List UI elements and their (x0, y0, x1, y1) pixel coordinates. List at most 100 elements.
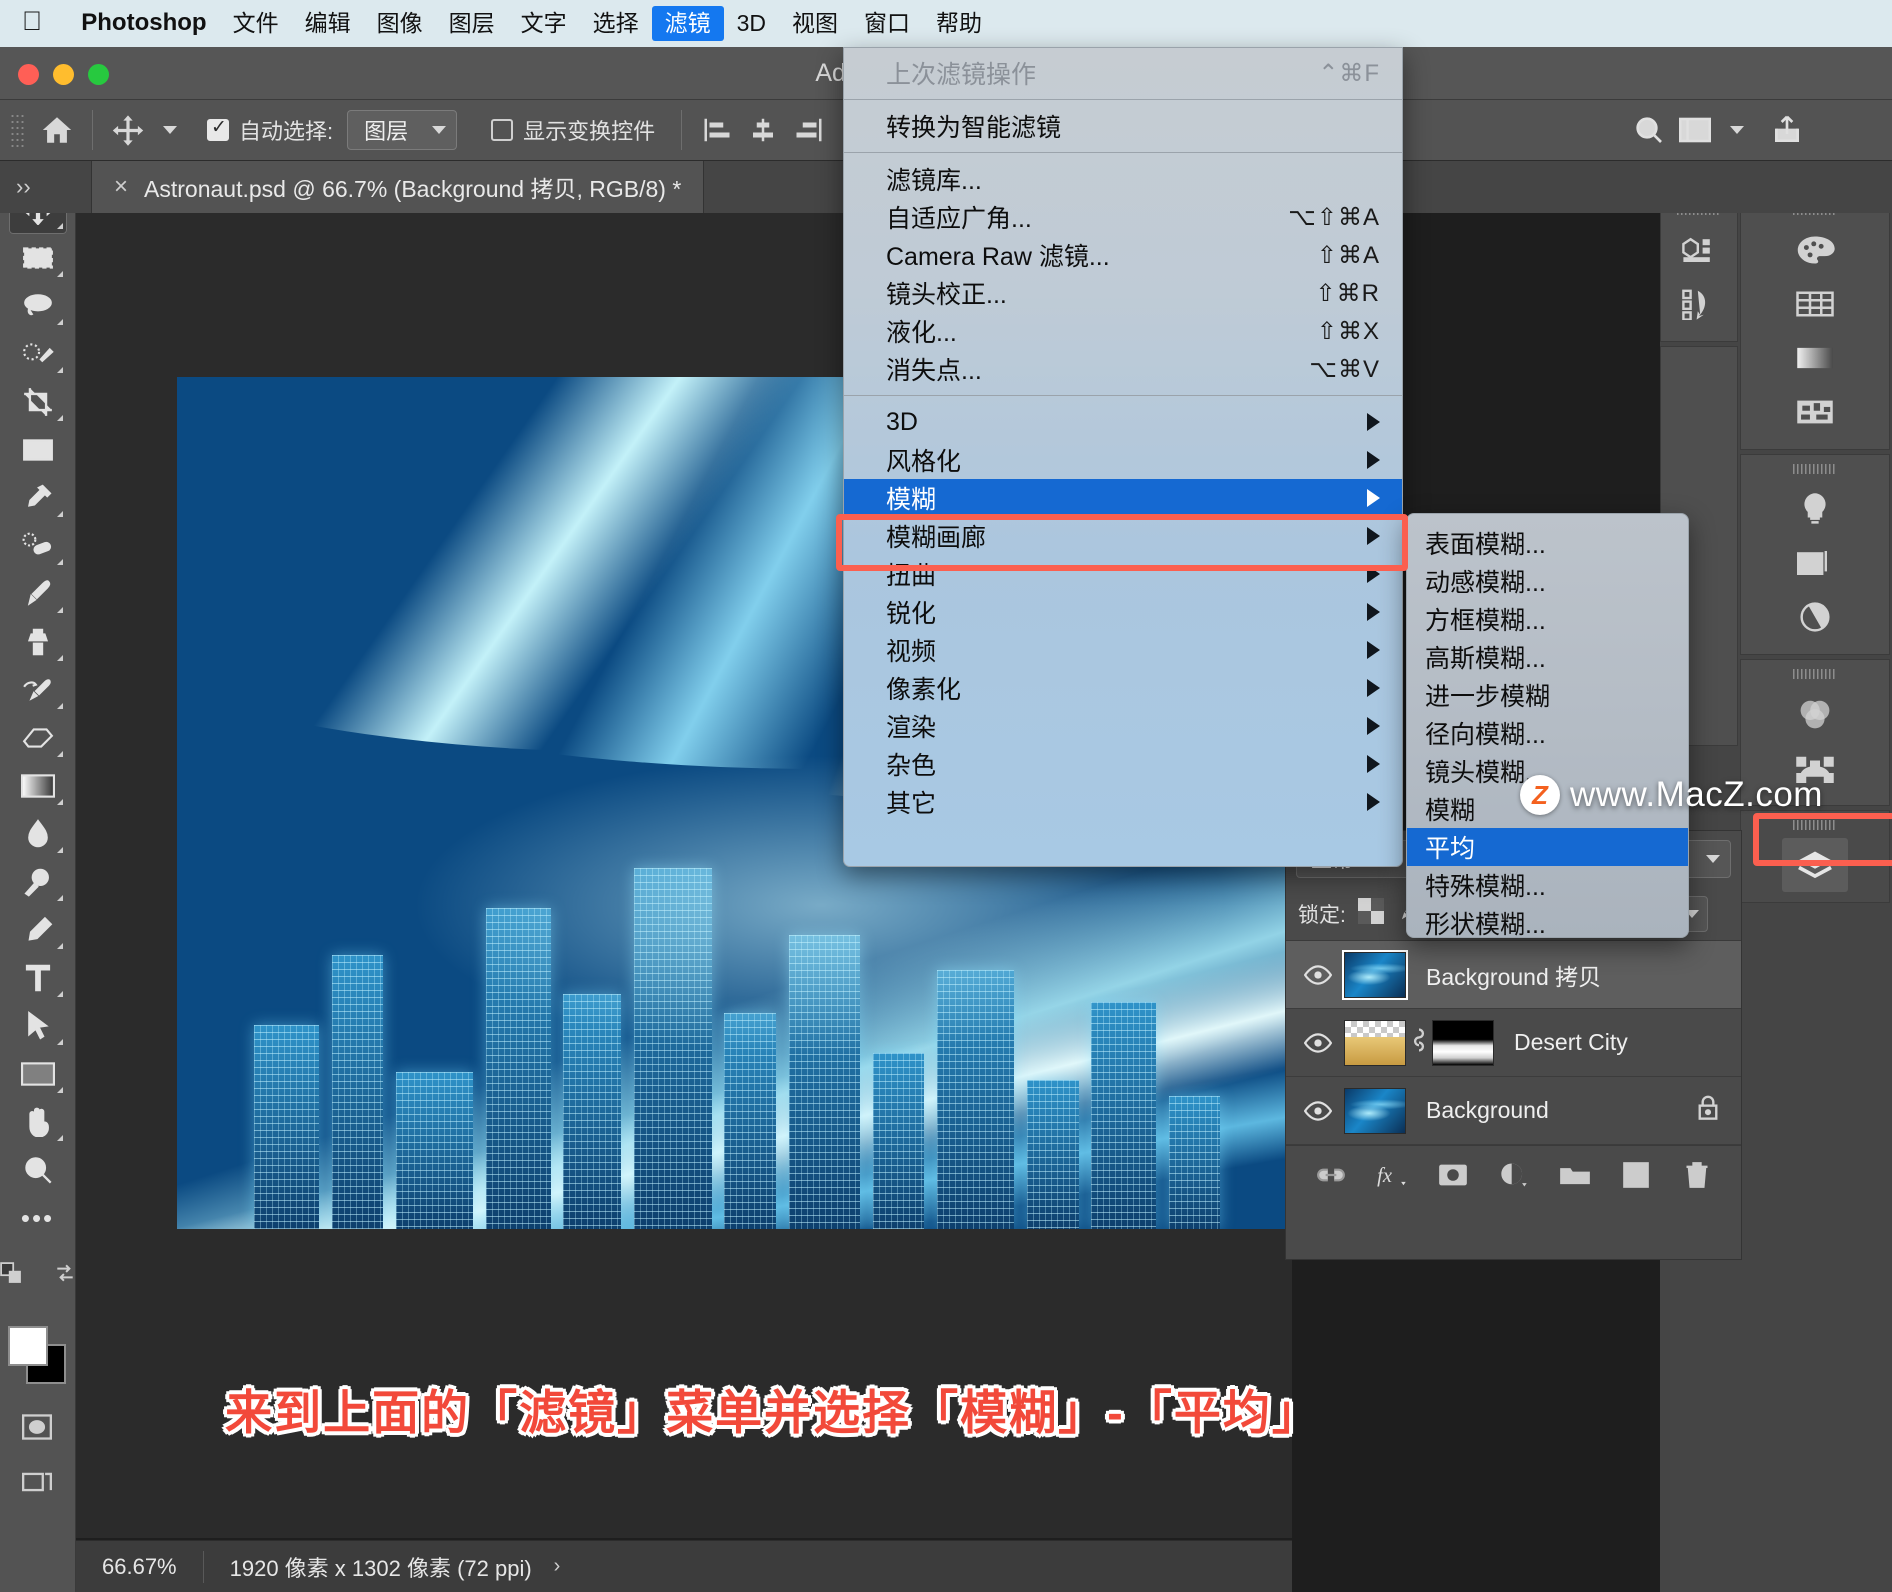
blur-submenu-item-10[interactable]: 形状模糊... (1407, 904, 1688, 942)
filter-menu-item-11[interactable]: 3D (844, 403, 1402, 441)
history-panel-icon[interactable] (1666, 277, 1732, 331)
blur-submenu-item-0[interactable]: 表面模糊... (1407, 524, 1688, 562)
align-right-edges-icon[interactable] (786, 107, 832, 153)
zoom-level[interactable]: 66.67% (76, 1554, 203, 1580)
filter-menu-item-0[interactable]: 上次滤镜操作 ⌃⌘F (844, 54, 1402, 92)
patterns-panel-icon[interactable] (1782, 385, 1848, 439)
tool-frame[interactable] (9, 426, 67, 474)
tool-edit-toolbar[interactable]: ••• (9, 1194, 67, 1242)
filter-menu-item-14[interactable]: 模糊画廊 (844, 517, 1402, 555)
dock-group-grip[interactable] (1793, 669, 1837, 679)
new-layer-icon[interactable] (1615, 1154, 1657, 1196)
tool-quick-selection[interactable] (9, 330, 67, 378)
status-chevron-icon[interactable]: › (546, 1555, 561, 1578)
tool-rectangular-marquee[interactable] (9, 234, 67, 282)
document-tab[interactable]: × Astronaut.psd @ 66.7% (Background 拷贝, … (92, 161, 705, 213)
mac-menu-item-10[interactable]: 窗口 (851, 6, 923, 41)
tool-eyedropper[interactable] (9, 474, 67, 522)
layer-thumbnail[interactable] (1344, 1019, 1406, 1066)
filter-menu-item-21[interactable]: 其它 (844, 783, 1402, 821)
blur-submenu-item-2[interactable]: 方框模糊... (1407, 600, 1688, 638)
tool-lasso[interactable] (9, 282, 67, 330)
options-bar-grip[interactable] (10, 113, 26, 147)
adjustments-panel-icon[interactable] (1782, 590, 1848, 644)
mac-menu-item-9[interactable]: 视图 (779, 6, 851, 41)
share-icon[interactable] (1764, 107, 1810, 153)
layer-row[interactable]: Background (1286, 1077, 1741, 1145)
mac-menu-item-4[interactable]: 图层 (436, 6, 508, 41)
tool-crop[interactable] (9, 378, 67, 426)
link-layers-icon[interactable] (1310, 1154, 1352, 1196)
tool-zoom[interactable] (9, 1146, 67, 1194)
layer-visibility-eye-icon[interactable] (1292, 1100, 1344, 1121)
blur-submenu-item-5[interactable]: 径向模糊... (1407, 714, 1688, 752)
filter-menu-item-4[interactable]: 滤镜库... (844, 160, 1402, 198)
tool-path-selection[interactable] (9, 1002, 67, 1050)
blur-submenu-item-8[interactable]: 平均 (1407, 828, 1688, 866)
mac-menu-item-0[interactable]: Photoshop (68, 5, 219, 41)
filter-menu-item-2[interactable]: 转换为智能滤镜 (844, 107, 1402, 145)
workspace-switcher-icon[interactable] (1672, 107, 1718, 153)
filter-menu-item-7[interactable]: 镜头校正... ⇧⌘R (844, 274, 1402, 312)
mac-menu-item-5[interactable]: 文字 (508, 6, 580, 41)
layers-panel-icon[interactable] (1782, 838, 1848, 892)
new-group-icon[interactable] (1554, 1154, 1596, 1196)
tool-clone-stamp[interactable] (9, 618, 67, 666)
mac-menu-item-3[interactable]: 图像 (364, 6, 436, 41)
tool-pen[interactable] (9, 906, 67, 954)
color-panel-icon[interactable] (1782, 223, 1848, 277)
swatches-panel-icon[interactable] (1782, 277, 1848, 331)
close-icon[interactable]: × (114, 173, 128, 201)
lock-transparency-icon[interactable] (1357, 898, 1384, 929)
filter-menu-item-15[interactable]: 扭曲 (844, 555, 1402, 593)
layer-mask-thumbnail[interactable] (1432, 1019, 1494, 1066)
layer-visibility-eye-icon[interactable] (1292, 964, 1344, 985)
blur-submenu[interactable]: 表面模糊... 动感模糊... 方框模糊... 高斯模糊... 进一步模糊 径向模糊...… (1406, 513, 1689, 939)
libraries-panel-icon[interactable] (1782, 536, 1848, 590)
foreground-color-swatch[interactable] (8, 1326, 48, 1366)
swap-colors-icon[interactable] (42, 1252, 88, 1294)
apple-logo-icon[interactable]:  (22, 8, 42, 35)
filter-menu-item-6[interactable]: Camera Raw 滤镜... ⇧⌘A (844, 236, 1402, 274)
tool-brush[interactable] (9, 570, 67, 618)
layer-styles-fx-icon[interactable]: fx (1371, 1154, 1413, 1196)
align-left-edges-icon[interactable] (694, 107, 740, 153)
add-layer-mask-icon[interactable] (1432, 1154, 1474, 1196)
gradients-panel-icon[interactable] (1782, 331, 1848, 385)
filter-menu-item-5[interactable]: 自适应广角... ⌥⇧⌘A (844, 198, 1402, 236)
filter-menu-item-9[interactable]: 消失点... ⌥⌘V (844, 350, 1402, 388)
layer-row[interactable]: Desert City (1286, 1009, 1741, 1077)
filter-menu-item-19[interactable]: 渲染 (844, 707, 1402, 745)
move-tool-chevron-down-icon[interactable] (163, 126, 177, 134)
layer-thumbnail[interactable] (1344, 951, 1406, 998)
screen-mode-icon[interactable] (14, 1461, 60, 1503)
delete-layer-icon[interactable] (1676, 1154, 1718, 1196)
tool-rectangle-shape[interactable] (9, 1050, 67, 1098)
search-icon[interactable] (1626, 107, 1672, 153)
quick-mask-left-icon[interactable] (0, 1252, 34, 1294)
channels-panel-icon[interactable] (1782, 687, 1848, 741)
dock-group-grip[interactable] (1793, 820, 1837, 830)
filter-menu-item-13[interactable]: 模糊 (844, 479, 1402, 517)
mac-menu-item-6[interactable]: 选择 (580, 6, 652, 41)
filter-menu-item-17[interactable]: 视频 (844, 631, 1402, 669)
mac-menu-item-8[interactable]: 3D (724, 6, 779, 41)
layer-thumbnail[interactable] (1344, 1087, 1406, 1134)
show-transform-controls-checkbox[interactable] (491, 119, 514, 141)
auto-select-checkbox[interactable] (207, 116, 229, 141)
filter-menu-item-16[interactable]: 锐化 (844, 593, 1402, 631)
home-icon[interactable] (34, 107, 80, 153)
filter-menu-item-18[interactable]: 像素化 (844, 669, 1402, 707)
three-d-panel-icon[interactable] (1666, 223, 1732, 277)
filter-menu-dropdown[interactable]: 上次滤镜操作 ⌃⌘F 转换为智能滤镜 滤镜库... 自适应广角... ⌥⇧⌘A Camera… (843, 47, 1403, 867)
mac-menu-item-2[interactable]: 编辑 (292, 6, 364, 41)
filter-menu-item-12[interactable]: 风格化 (844, 441, 1402, 479)
tool-blur[interactable] (9, 810, 67, 858)
tool-dodge[interactable] (9, 858, 67, 906)
tool-type[interactable] (9, 954, 67, 1002)
mac-menu-item-7[interactable]: 滤镜 (651, 5, 724, 42)
tool-spot-healing-brush[interactable] (9, 522, 67, 570)
learn-panel-icon[interactable] (1782, 482, 1848, 536)
blur-submenu-item-3[interactable]: 高斯模糊... (1407, 638, 1688, 676)
workspace-chevron-down-icon[interactable] (1730, 126, 1745, 134)
